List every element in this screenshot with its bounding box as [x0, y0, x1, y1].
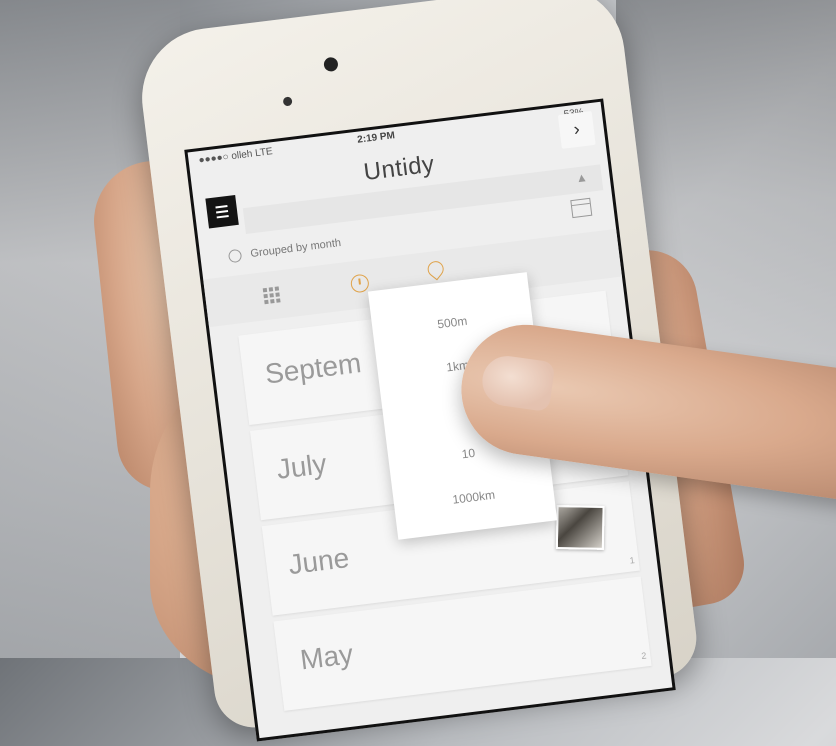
menu-button[interactable]: [205, 195, 239, 229]
month-count: 1: [629, 555, 636, 566]
dropdown-option[interactable]: 1000km: [393, 481, 554, 514]
month-label: Septem: [263, 347, 363, 390]
grid-icon[interactable]: [262, 286, 281, 305]
speaker-icon: [323, 56, 339, 73]
grouped-by-text: Grouped by month: [249, 236, 342, 260]
hamburger-icon: [216, 210, 229, 214]
camera-icon: [282, 96, 293, 107]
layout-icon[interactable]: [570, 197, 593, 219]
month-count: 2: [640, 650, 647, 661]
month-label: June: [286, 541, 351, 581]
hamburger-icon: [215, 205, 228, 209]
month-label: July: [275, 448, 329, 485]
clock-icon: [227, 248, 243, 264]
photo-thumbnail[interactable]: [555, 505, 605, 550]
clock-text: 2:19 PM: [356, 130, 396, 146]
carrier-text: ●●●●○ olleh LTE: [198, 146, 274, 167]
clock-icon[interactable]: [349, 273, 370, 294]
grouped-by-label: Grouped by month: [227, 236, 342, 264]
fingernail: [479, 352, 556, 413]
month-label: May: [298, 638, 355, 676]
hamburger-icon: [216, 214, 229, 219]
chevron-up-icon: ▲: [574, 169, 589, 186]
location-pin-icon[interactable]: [424, 257, 447, 281]
